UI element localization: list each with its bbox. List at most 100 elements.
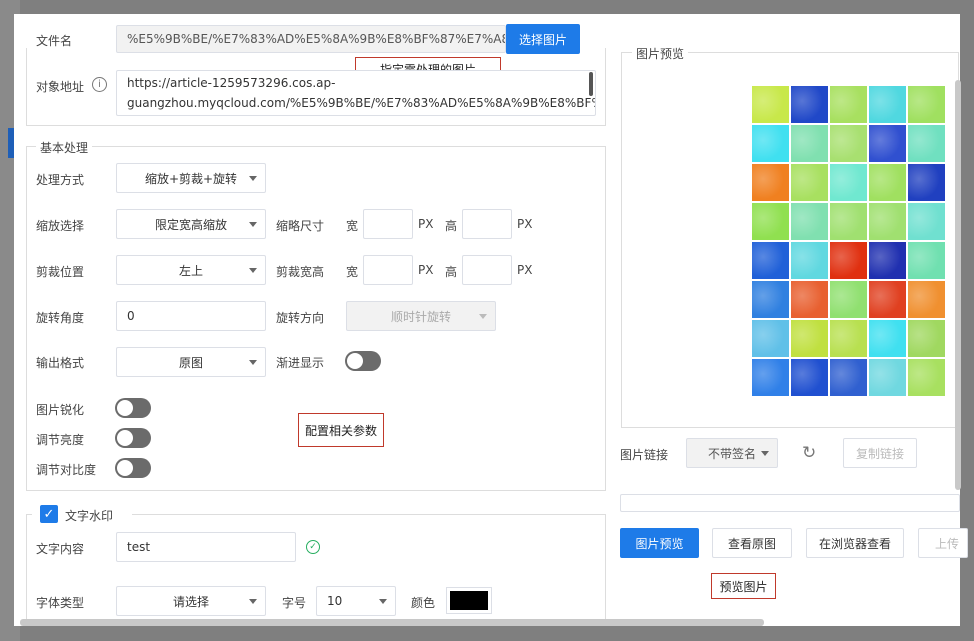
watermark-legend: 文字水印: [65, 509, 114, 523]
contrast-toggle[interactable]: [115, 458, 151, 478]
sharpen-label: 图片锐化: [36, 403, 85, 417]
chevron-down-icon: [761, 451, 769, 456]
refresh-icon[interactable]: ↻: [802, 443, 816, 463]
vertical-scrollbar[interactable]: [955, 80, 961, 490]
method-value: 缩放+剪裁+旋转: [144, 171, 238, 186]
preview-tile: [908, 281, 945, 318]
crop-height-unit: PX: [517, 263, 533, 277]
chevron-down-icon: [379, 599, 387, 604]
preview-tile: [869, 242, 906, 279]
chevron-down-icon: [479, 314, 487, 319]
horizontal-scrollbar[interactable]: [20, 619, 764, 626]
thumb-height-input[interactable]: [462, 209, 512, 239]
preview-tile: [791, 359, 828, 396]
output-format-select[interactable]: 原图: [116, 347, 266, 377]
preview-tile: [752, 281, 789, 318]
font-type-select[interactable]: 请选择: [116, 586, 266, 616]
progressive-toggle[interactable]: [345, 351, 381, 371]
output-format-label: 输出格式: [36, 356, 85, 370]
preview-tile: [791, 281, 828, 318]
image-link-label: 图片链接: [620, 448, 669, 462]
preview-tile: [752, 164, 789, 201]
image-link-input[interactable]: [620, 494, 960, 512]
chevron-down-icon: [249, 599, 257, 604]
thumb-height-label: 高: [445, 219, 458, 233]
brightness-toggle[interactable]: [115, 428, 151, 448]
preview-tile: [869, 281, 906, 318]
crop-position-select[interactable]: 左上: [116, 255, 266, 285]
brightness-label: 调节亮度: [36, 433, 85, 447]
rotate-angle-label: 旋转角度: [36, 311, 85, 325]
preview-tile: [791, 242, 828, 279]
rotate-angle-input[interactable]: 0: [116, 301, 266, 331]
scale-select[interactable]: 限定宽高缩放: [116, 209, 266, 239]
font-type-label: 字体类型: [36, 596, 85, 610]
chevron-down-icon: [249, 360, 257, 365]
crop-width-input[interactable]: [363, 255, 413, 285]
copy-link-button[interactable]: 复制链接: [843, 438, 917, 468]
preview-image-button[interactable]: 图片预览: [620, 528, 699, 558]
color-label: 颜色: [411, 596, 436, 610]
file-section-border: [26, 48, 606, 126]
preview-tile: [908, 359, 945, 396]
check-circle-icon: ✓: [306, 540, 320, 554]
crop-height-input[interactable]: [462, 255, 512, 285]
preview-tile: [791, 86, 828, 123]
preview-tile: [830, 320, 867, 357]
color-picker[interactable]: [446, 587, 492, 614]
preview-tile: [869, 203, 906, 240]
scale-value: 限定宽高缩放: [154, 217, 227, 232]
upload-button[interactable]: 上传: [918, 528, 968, 558]
crop-position-label: 剪裁位置: [36, 265, 85, 279]
crop-position-value: 左上: [178, 263, 203, 278]
progressive-label: 渐进显示: [276, 356, 325, 370]
watermark-checkbox[interactable]: ✓: [40, 505, 58, 523]
preview-tile: [830, 86, 867, 123]
preview-tile: [752, 359, 789, 396]
thumb-width-unit: PX: [418, 217, 434, 231]
preview-tile: [752, 86, 789, 123]
preview-tile: [908, 86, 945, 123]
method-select[interactable]: 缩放+剪裁+旋转: [116, 163, 266, 193]
preview-tile: [830, 203, 867, 240]
preview-tile: [752, 203, 789, 240]
view-original-button[interactable]: 查看原图: [712, 528, 792, 558]
contrast-label: 调节对比度: [36, 463, 97, 477]
watermark-content-input[interactable]: test: [116, 532, 296, 562]
color-swatch: [450, 591, 488, 610]
chevron-down-icon: [249, 176, 257, 181]
annotation-preview-image: 预览图片: [711, 573, 776, 599]
chevron-down-icon: [249, 222, 257, 227]
link-signature-select[interactable]: 不带签名: [686, 438, 778, 468]
preview-tile: [830, 359, 867, 396]
thumb-width-input[interactable]: [363, 209, 413, 239]
preview-tile: [752, 125, 789, 162]
crop-size-label: 剪裁宽高: [276, 265, 325, 279]
preview-legend: 图片预览: [632, 45, 689, 62]
annotation-config-params: 配置相关参数: [298, 413, 384, 447]
scale-label: 缩放选择: [36, 219, 85, 233]
preview-tile: [791, 164, 828, 201]
rotate-direction-select[interactable]: 顺时针旋转: [346, 301, 496, 331]
rotate-direction-value: 顺时针旋转: [390, 309, 451, 324]
preview-tile: [869, 359, 906, 396]
view-in-browser-button[interactable]: 在浏览器查看: [806, 528, 904, 558]
font-size-value: 10: [327, 594, 343, 608]
rotate-direction-label: 旋转方向: [276, 311, 325, 325]
thumb-width-label: 宽: [346, 219, 359, 233]
preview-image: [752, 86, 946, 402]
preview-tile: [908, 320, 945, 357]
thumb-size-label: 缩略尺寸: [276, 219, 325, 233]
method-label: 处理方式: [36, 173, 85, 187]
link-signature-value: 不带签名: [707, 446, 756, 461]
preview-tile: [752, 320, 789, 357]
font-size-select[interactable]: 10: [316, 586, 396, 616]
preview-tile: [908, 125, 945, 162]
preview-tile: [869, 320, 906, 357]
preview-tile: [791, 125, 828, 162]
chevron-down-icon: [249, 268, 257, 273]
sharpen-toggle[interactable]: [115, 398, 151, 418]
font-type-value: 请选择: [172, 594, 209, 609]
font-size-label: 字号: [282, 596, 307, 610]
watermark-content-label: 文字内容: [36, 542, 85, 556]
